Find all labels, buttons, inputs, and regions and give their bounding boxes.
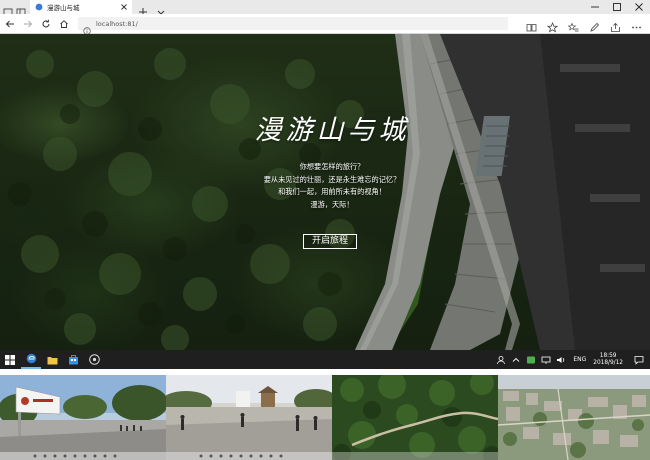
thumbnail-strip	[0, 369, 650, 460]
tab-list-chevron-icon[interactable]	[156, 2, 166, 15]
url-field[interactable]: localhost:81/	[78, 17, 508, 35]
forward-button[interactable]	[23, 19, 33, 29]
windows-start-icon[interactable]	[0, 350, 20, 369]
close-window-button[interactable]	[628, 0, 650, 14]
hero-title: 漫游山与城	[254, 115, 410, 146]
page-favicon-icon	[35, 3, 43, 11]
clock-time: 18:59	[599, 352, 617, 359]
minimize-button[interactable]	[584, 0, 606, 14]
clock-date: 2018/9/12	[593, 359, 623, 366]
tab-title: 漫游山与城	[47, 4, 80, 12]
address-bar-row: localhost:81/	[0, 14, 650, 35]
thumbnail-campus-gate[interactable]	[0, 375, 166, 460]
notes-pen-icon[interactable]	[589, 18, 600, 32]
thumbnail-forest-path[interactable]	[332, 375, 498, 460]
new-tab-icon[interactable]	[138, 2, 148, 16]
hero-line: 漫游，天际！	[310, 199, 354, 209]
tab-preview-icon[interactable]	[3, 2, 13, 16]
reading-view-icon[interactable]	[526, 18, 537, 32]
tab-preview-icons	[3, 2, 26, 16]
page-info-icon[interactable]	[83, 20, 91, 35]
hero-line: 你想要怎样的旅行？	[299, 162, 365, 171]
browser-tab-bar: 漫游山与城	[0, 0, 650, 16]
favorite-star-icon[interactable]	[546, 18, 559, 33]
store-icon[interactable]	[63, 350, 83, 369]
hero-line: 和我们一起，用前所未有的视角！	[278, 187, 386, 196]
system-tray: ENG 18:59 2018/9/12	[495, 350, 650, 369]
action-center-icon[interactable]	[633, 354, 645, 366]
network-icon[interactable]	[540, 354, 552, 366]
refresh-button[interactable]	[41, 19, 51, 29]
close-tab-icon[interactable]	[120, 3, 128, 11]
file-explorer-icon[interactable]	[42, 350, 62, 369]
share-icon[interactable]	[610, 18, 621, 32]
home-button[interactable]	[59, 19, 69, 29]
back-button[interactable]	[5, 19, 15, 29]
hero-tagline: 你想要怎样的旅行？ 要从未见过的壮丽，还是永生难忘的记忆？ 和我们一起，用前所未…	[232, 161, 432, 211]
thumbnail-plaza-pano[interactable]	[166, 375, 332, 460]
browser-toolbar	[526, 18, 642, 33]
people-icon[interactable]	[495, 354, 507, 366]
tab-aside-icon[interactable]	[16, 2, 26, 16]
window-controls	[584, 0, 650, 14]
start-journey-button[interactable]: 开启旅程	[303, 234, 357, 249]
windows-taskbar: ENG 18:59 2018/9/12	[0, 350, 650, 369]
volume-icon[interactable]	[555, 354, 567, 366]
active-tab[interactable]: 漫游山与城	[30, 0, 132, 14]
more-menu-icon[interactable]	[631, 18, 642, 29]
thumbnail-city-aerial[interactable]	[498, 375, 650, 460]
tray-app-icon[interactable]	[525, 354, 537, 366]
maximize-button[interactable]	[606, 0, 628, 14]
hero-line: 要从未见过的壮丽，还是永生难忘的记忆？	[263, 174, 401, 184]
favorites-hub-icon[interactable]	[567, 18, 579, 32]
taskbar-clock[interactable]: 18:59 2018/9/12	[593, 353, 623, 367]
url-text: localhost:81/	[96, 19, 138, 28]
hero-section: 漫游山与城 你想要怎样的旅行？ 要从未见过的壮丽，还是永生难忘的记忆？ 和我们一…	[0, 34, 650, 350]
edge-browser-icon[interactable]	[21, 350, 41, 369]
media-app-icon[interactable]	[84, 350, 104, 369]
show-hidden-icons-chevron-icon[interactable]	[510, 354, 522, 366]
input-language-indicator[interactable]: ENG	[573, 356, 586, 363]
